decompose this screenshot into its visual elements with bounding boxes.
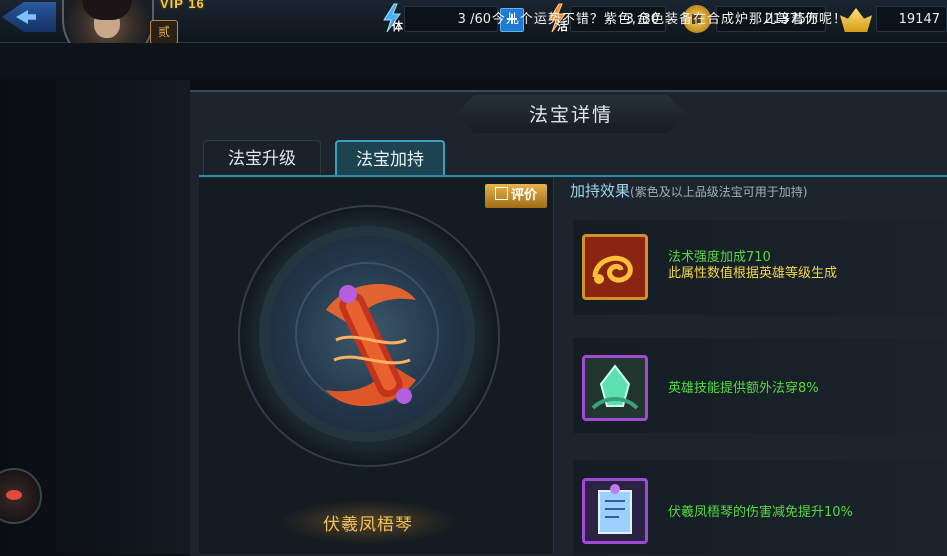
- tip-bar: [0, 43, 947, 79]
- serpent-seal-icon[interactable]: [582, 234, 648, 300]
- effects-note: (紫色及以上品级法宝可用于加持): [630, 185, 808, 199]
- effects-title: 加持效果: [570, 182, 631, 200]
- tip-text: 今儿个运势不错？紫色,金色装备在合成炉那儿等着你呢！: [491, 12, 847, 27]
- effect-text-1: 法术强度加成710 此属性数值根据英雄等级生成: [668, 250, 837, 282]
- tab-treasure-upgrade[interactable]: 法宝升级: [203, 140, 321, 176]
- effect-1-line-2: 此属性数值根据英雄等级生成: [668, 266, 838, 281]
- tab-treasure-bless[interactable]: 法宝加持: [335, 140, 445, 176]
- effect-1-line-1: 法术强度加成710: [668, 250, 771, 265]
- panel-title: 法宝详情: [528, 104, 613, 126]
- rate-button-label: 评价: [510, 188, 537, 203]
- effect-3-line-1: 伏羲凤梧琴的伤害减免提升10%: [668, 505, 853, 520]
- treasure-name: 伏羲凤梧琴: [323, 515, 413, 535]
- effects-header: 加持效果(紫色及以上品级法宝可用于加持): [570, 180, 807, 201]
- edit-icon: [494, 187, 508, 200]
- scroll-talisman-icon[interactable]: [582, 478, 648, 544]
- effect-2-line-1: 英雄技能提供额外法穿8%: [668, 381, 819, 396]
- tab-underline: [199, 175, 947, 177]
- rate-button[interactable]: 评价: [485, 184, 547, 208]
- gold-value: 19147: [876, 6, 947, 32]
- jade-crystal-icon[interactable]: [582, 355, 648, 421]
- fuxi-zither-icon[interactable]: [306, 270, 436, 420]
